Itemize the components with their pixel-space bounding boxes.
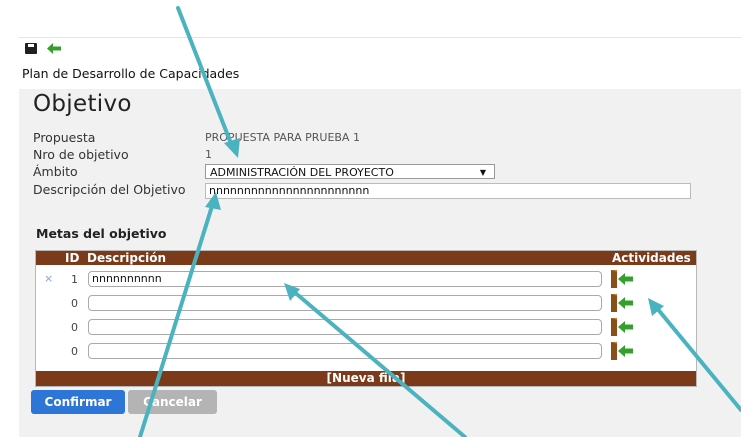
row-id: 1 bbox=[71, 273, 78, 286]
ambito-label: Ámbito bbox=[33, 164, 78, 179]
table-row: × 1 nnnnnnnnnn bbox=[36, 269, 696, 291]
actividades-icon[interactable] bbox=[609, 269, 639, 289]
confirm-button[interactable]: Confirmar bbox=[31, 390, 125, 414]
chevron-down-icon: ▼ bbox=[479, 168, 486, 177]
row-id: 0 bbox=[71, 345, 78, 358]
actividades-icon[interactable] bbox=[609, 317, 639, 337]
meta-descripcion-input[interactable] bbox=[88, 343, 602, 359]
descripcion-objetivo-label: Descripción del Objetivo bbox=[33, 182, 186, 197]
ambito-select[interactable]: ADMINISTRACIÓN DEL PROYECTO ▼ bbox=[205, 164, 495, 179]
row-id: 0 bbox=[71, 321, 78, 334]
remove-row-icon[interactable]: × bbox=[44, 272, 53, 285]
save-icon[interactable] bbox=[25, 43, 37, 54]
meta-descripcion-input[interactable] bbox=[88, 295, 602, 311]
grid-header: ID Descripción Actividades bbox=[36, 251, 696, 265]
meta-descripcion-input[interactable] bbox=[88, 319, 602, 335]
page-title: Objetivo bbox=[33, 91, 132, 117]
toolbar bbox=[19, 37, 741, 90]
table-row: 0 bbox=[36, 293, 696, 315]
header-descripcion: Descripción bbox=[87, 251, 166, 265]
actividades-icon[interactable] bbox=[609, 341, 639, 361]
row-id: 0 bbox=[71, 297, 78, 310]
table-row: 0 bbox=[36, 317, 696, 339]
actividades-icon[interactable] bbox=[609, 293, 639, 313]
cancel-button[interactable]: Cancelar bbox=[128, 390, 217, 414]
propuesta-label: Propuesta bbox=[33, 130, 96, 145]
descripcion-objetivo-input[interactable]: nnnnnnnnnnnnnnnnnnnnnnn bbox=[205, 183, 691, 199]
meta-descripcion-input[interactable]: nnnnnnnnnn bbox=[88, 271, 602, 287]
table-row: 0 bbox=[36, 341, 696, 363]
metas-section-title: Metas del objetivo bbox=[36, 226, 167, 241]
ambito-selected-value: ADMINISTRACIÓN DEL PROYECTO bbox=[210, 166, 394, 179]
nro-objetivo-value: 1 bbox=[205, 148, 212, 161]
nro-objetivo-label: Nro de objetivo bbox=[33, 147, 129, 162]
metas-grid: ID Descripción Actividades × 1 nnnnnnnnn… bbox=[35, 250, 697, 387]
back-arrow-icon[interactable] bbox=[47, 43, 61, 54]
header-id: ID bbox=[65, 251, 80, 265]
header-actividades: Actividades bbox=[612, 251, 691, 265]
new-row-button[interactable]: [Nueva fila] bbox=[36, 371, 696, 386]
module-title: Plan de Desarrollo de Capacidades bbox=[22, 66, 240, 81]
propuesta-value: PROPUESTA PARA PRUEBA 1 bbox=[205, 131, 360, 144]
